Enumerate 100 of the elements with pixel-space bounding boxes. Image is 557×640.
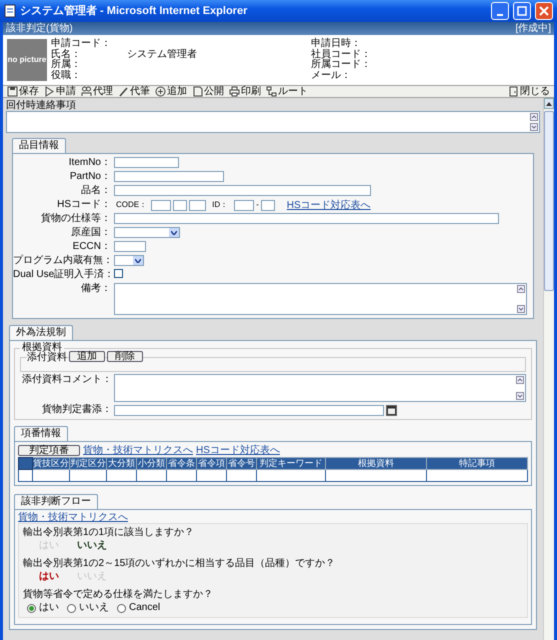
table-cell (106, 470, 136, 482)
plus-icon (155, 86, 166, 97)
tab[interactable]: 項番情報 (14, 426, 68, 441)
toolbar-button[interactable]: 公開 (190, 86, 226, 98)
fieldset-legend: 添付資料 (27, 352, 67, 363)
minimize-icon (497, 14, 503, 16)
radio-label: いいえ (79, 602, 109, 614)
input-field[interactable] (151, 200, 172, 210)
table-cell (70, 470, 106, 482)
radio-label: はい (39, 602, 59, 614)
input-field[interactable] (173, 200, 188, 210)
column-header: 判定キーワード (256, 458, 326, 470)
field-label: ID： (212, 199, 228, 211)
window-title: システム管理者 - Microsoft Internet Explorer (20, 4, 248, 19)
field-label: 品名： (80, 185, 111, 197)
field-label: CODE： (116, 199, 148, 211)
caret-down-icon (171, 230, 177, 234)
dropdown[interactable] (114, 255, 144, 266)
field-label: Dual Use証明入手済： (13, 269, 111, 281)
calendar-icon (387, 406, 396, 414)
toolbar-button[interactable]: 代筆 (116, 86, 152, 98)
input-field[interactable] (114, 171, 224, 182)
toolbar-button[interactable]: 申請 (42, 86, 78, 98)
toolbar-button[interactable]: 代理 (79, 86, 115, 98)
field-label: 備考： (80, 283, 111, 295)
scroll-thumb[interactable] (544, 111, 554, 291)
radio-button[interactable] (117, 604, 126, 612)
toolbar-button[interactable]: 保存 (5, 86, 41, 98)
toolbar-button[interactable]: ルート (264, 86, 310, 98)
tab[interactable]: 品目情報 (12, 138, 66, 153)
field-label: 原産国： (70, 227, 111, 239)
calendar-button[interactable] (386, 404, 397, 416)
section-label: 回付時連絡事項 (6, 100, 77, 111)
field-label: 貨物の仕様等： (40, 213, 111, 225)
text-area[interactable] (114, 283, 527, 315)
scrollbar[interactable] (543, 98, 554, 640)
input-field[interactable] (189, 200, 206, 210)
input-field[interactable] (114, 241, 146, 252)
field-label: 貨物判定書添： (41, 404, 112, 416)
checkbox[interactable] (114, 269, 123, 278)
radio-button[interactable] (27, 604, 36, 612)
column-header: 特記事項 (426, 458, 528, 470)
input-field[interactable] (114, 185, 371, 196)
column-header: 根拠資料 (326, 458, 426, 470)
minimize-button[interactable] (491, 2, 509, 20)
flowchart-icon (266, 86, 277, 97)
table-cell (32, 470, 70, 482)
button[interactable]: 判定項番 (18, 445, 80, 456)
field-label: PartNo： (68, 171, 111, 183)
field-label: 添付資料コメント： (21, 374, 112, 386)
printer-icon (229, 86, 240, 97)
field-label: 申請コード： (51, 39, 112, 50)
door-icon (508, 86, 519, 97)
table-cell (136, 470, 166, 482)
table-cell (256, 470, 326, 482)
field-label: 社員コード： (311, 50, 372, 60)
scroll-down-icon (530, 123, 538, 131)
page-title: 該非判定(貨物) (6, 22, 73, 34)
fieldset-legend: 根拠資料 (20, 342, 64, 353)
field-label: メール： (311, 70, 352, 81)
input-field[interactable] (260, 200, 275, 210)
field-label: 所属コード： (311, 60, 372, 70)
field-label: 役職： (51, 70, 82, 81)
scroll-up-button[interactable] (544, 98, 554, 109)
input-field[interactable] (114, 157, 179, 168)
close-button[interactable] (535, 2, 553, 20)
scroll-up-icon (516, 376, 524, 384)
field-label: HSコード： (56, 199, 111, 211)
maximize-button[interactable] (513, 2, 531, 20)
people-icon (81, 86, 92, 97)
button[interactable]: 追加 (69, 351, 105, 362)
link[interactable]: 貨物・技術マトリクスへ (83, 445, 193, 456)
field-label: プログラム内蔵有無： (13, 255, 111, 267)
scroll-up-icon (517, 285, 525, 293)
button[interactable]: 削除 (107, 351, 143, 362)
toolbar-button[interactable]: 印刷 (227, 86, 263, 98)
document-icon (192, 86, 203, 97)
radio-label: Cancel (129, 602, 160, 614)
tab[interactable]: 該非判断フロー (14, 494, 98, 509)
triangle-icon (44, 86, 55, 97)
link[interactable]: 貨物・技術マトリクスへ (18, 512, 128, 523)
scroll-down-icon (517, 305, 525, 313)
input-field[interactable] (114, 404, 384, 416)
toolbar-button[interactable]: 閉じる (506, 86, 552, 98)
link[interactable]: HSコード対応表へ (196, 445, 280, 456)
caret-up-icon (546, 102, 552, 106)
toolbar-button[interactable]: 追加 (153, 86, 189, 98)
input-field[interactable] (114, 213, 499, 224)
maximize-icon (517, 6, 527, 16)
link[interactable]: HSコード対応表へ (286, 200, 371, 210)
answer-option: はい (39, 571, 59, 583)
field-label: 氏名： (51, 50, 82, 60)
pen-icon (118, 86, 129, 97)
tab[interactable]: 外為法規制 (9, 325, 73, 340)
question-text: 輸出令別表第1の1項に該当しますか？ (23, 527, 196, 539)
input-field[interactable] (234, 200, 254, 210)
page-icon (4, 4, 16, 18)
scroll-down-icon (516, 392, 524, 400)
radio-button[interactable] (67, 604, 76, 612)
table-cell (196, 470, 226, 482)
